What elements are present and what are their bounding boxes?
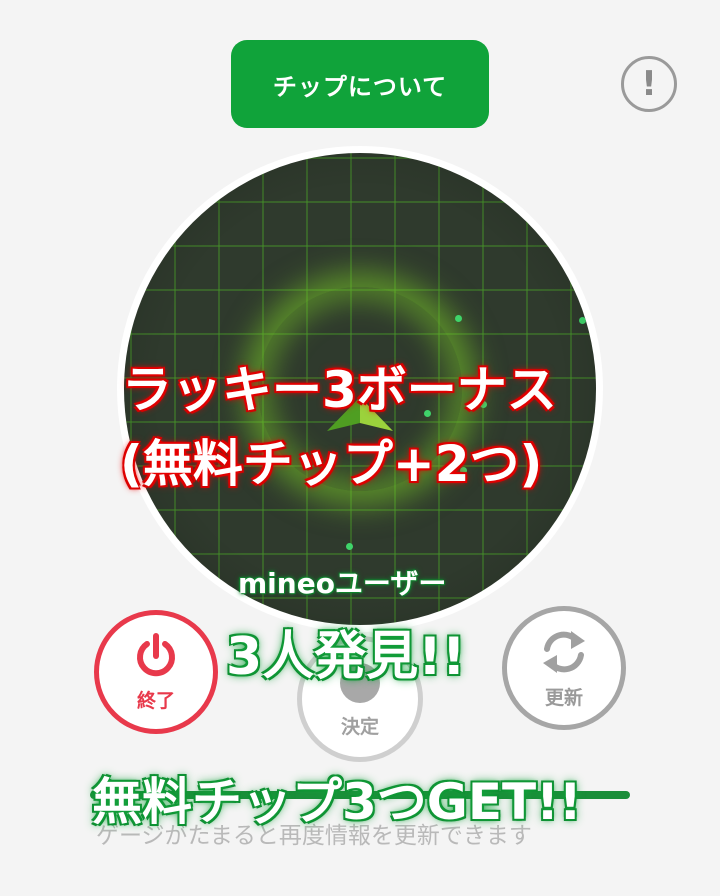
free-chips-get-text: 無料チップ3つGET!! bbox=[92, 773, 582, 831]
found-count-text: 3人発見!! bbox=[226, 627, 466, 687]
bonus-subtitle: (無料チップ+2つ) bbox=[120, 435, 543, 493]
about-chips-button[interactable]: チップについて bbox=[231, 40, 489, 128]
end-button[interactable]: 終了 bbox=[94, 610, 218, 734]
info-icon[interactable]: ! bbox=[621, 56, 677, 112]
nearby-user-dot bbox=[579, 317, 586, 324]
refresh-icon bbox=[543, 630, 585, 673]
power-icon bbox=[137, 632, 175, 676]
info-icon-glyph: ! bbox=[641, 64, 657, 104]
end-label: 終了 bbox=[136, 689, 175, 712]
decide-label: 決定 bbox=[340, 715, 379, 738]
nearby-user-dot bbox=[346, 543, 353, 550]
refresh-label: 更新 bbox=[544, 686, 583, 709]
refresh-button[interactable]: 更新 bbox=[502, 606, 626, 730]
nearby-user-dot bbox=[455, 315, 462, 322]
bonus-title: ラッキー3ボーナス bbox=[122, 361, 557, 419]
users-label: mineoユーザー bbox=[238, 567, 447, 600]
